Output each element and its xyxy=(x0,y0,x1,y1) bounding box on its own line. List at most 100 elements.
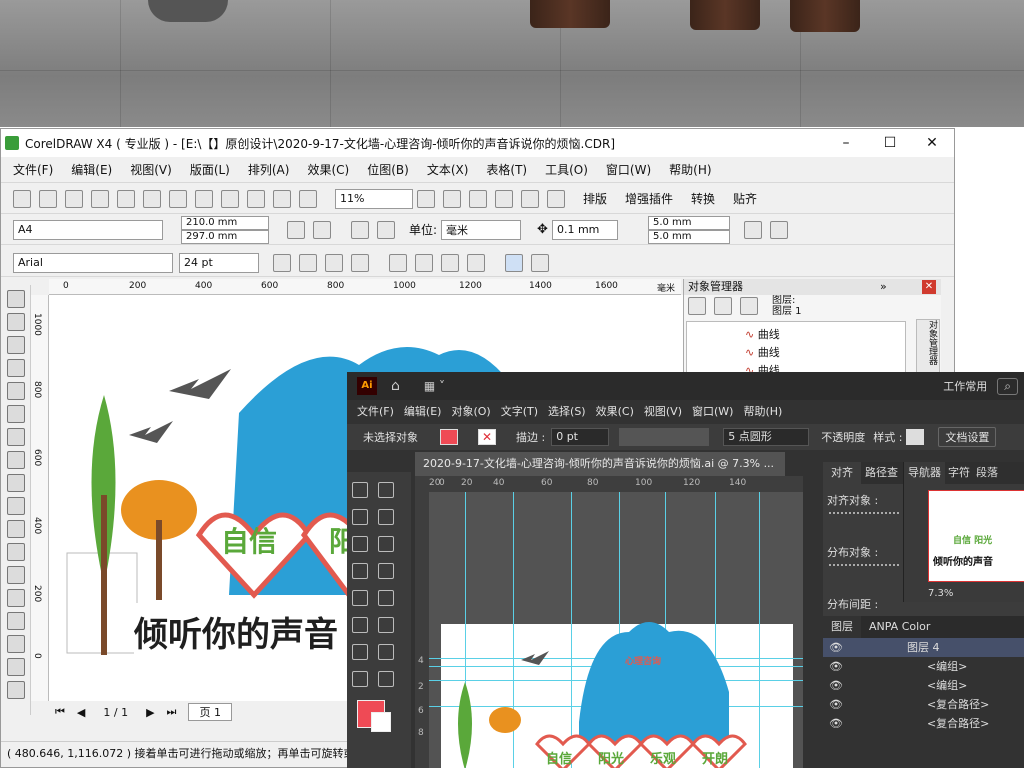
layer-row[interactable]: 👁 <编组> xyxy=(823,657,1024,676)
visibility-eye-icon[interactable]: 👁 xyxy=(829,660,843,673)
collapse-icon[interactable]: » xyxy=(880,279,887,295)
menu-text[interactable]: 文本(X) xyxy=(427,161,469,178)
table-tool-icon[interactable] xyxy=(7,543,25,561)
layer-row[interactable]: 👁 <编组> xyxy=(823,676,1024,695)
distribute-buttons[interactable] xyxy=(829,564,899,578)
prev-page-icon[interactable]: ◀ xyxy=(77,706,85,719)
portrait-icon[interactable] xyxy=(287,220,305,239)
menu-effects[interactable]: 效果(C) xyxy=(307,161,349,178)
navigator-tab[interactable]: 导航器 xyxy=(904,462,945,484)
direct-select-icon[interactable] xyxy=(378,482,394,498)
page-size-select[interactable]: A4 xyxy=(13,219,163,240)
stroke-color-box[interactable] xyxy=(371,712,391,732)
paste-icon[interactable] xyxy=(169,189,187,208)
outline-tool-icon[interactable] xyxy=(7,658,25,676)
duplicate-x-field[interactable]: 5.0 mm xyxy=(647,215,730,230)
menu-view[interactable]: 视图(V) xyxy=(130,161,172,178)
char-format-icon[interactable] xyxy=(441,253,459,272)
export-icon[interactable] xyxy=(273,189,291,208)
polygon-tool-icon[interactable] xyxy=(7,474,25,492)
symbol-sprayer-icon[interactable] xyxy=(378,644,394,660)
pencil-tool-icon[interactable] xyxy=(378,536,394,552)
rotate-tool-icon[interactable] xyxy=(378,590,394,606)
bold-icon[interactable] xyxy=(273,253,291,272)
ai-menu-file[interactable]: 文件(F) xyxy=(357,403,394,419)
import-icon[interactable] xyxy=(247,189,265,208)
artboard-tool-icon[interactable] xyxy=(352,671,368,687)
object-manager-side-tab[interactable]: 对象管理器 xyxy=(916,319,940,375)
zoom-width-icon[interactable] xyxy=(547,189,565,208)
close-icon[interactable]: ✕ xyxy=(917,133,947,153)
page-height-field[interactable]: 297.0 mm xyxy=(181,229,269,244)
menu-window[interactable]: 窗口(W) xyxy=(606,161,651,178)
ai-menu-effect[interactable]: 效果(C) xyxy=(596,403,634,419)
align-icon[interactable] xyxy=(351,253,369,272)
treat-as-filled-icon[interactable] xyxy=(743,220,762,239)
fill-tool-icon[interactable] xyxy=(7,681,25,699)
visibility-eye-icon[interactable]: 👁 xyxy=(829,717,843,730)
align-tab[interactable]: 对齐 xyxy=(823,462,861,484)
object-item[interactable]: ∿ 曲线 xyxy=(745,344,780,360)
layer-row[interactable]: 👁 图层 4 xyxy=(823,638,1024,657)
visibility-eye-icon[interactable]: 👁 xyxy=(829,698,843,711)
nav-zoom-field[interactable]: 7.3% xyxy=(928,588,953,599)
crop-tool-icon[interactable] xyxy=(7,336,25,354)
pathfinder-tab[interactable]: 路径查 xyxy=(861,462,902,484)
stroke-swatch[interactable]: ✕ xyxy=(478,429,496,445)
italic-icon[interactable] xyxy=(299,253,317,272)
ai-menu-help[interactable]: 帮助(H) xyxy=(743,403,782,419)
minimize-icon[interactable]: – xyxy=(831,133,861,153)
dropcap-icon[interactable] xyxy=(415,253,433,272)
cut-icon[interactable] xyxy=(117,189,135,208)
panel-close-icon[interactable]: ✕ xyxy=(922,280,936,294)
selection-tool-icon[interactable] xyxy=(352,482,368,498)
rectangle-tool-icon[interactable] xyxy=(7,428,25,446)
unit-select[interactable]: 毫米 xyxy=(441,219,522,240)
zoom-select[interactable]: 11% xyxy=(335,188,413,209)
zoom-in-icon[interactable] xyxy=(417,189,435,208)
reflect-tool-icon[interactable] xyxy=(378,563,394,579)
eyedropper-tool-icon[interactable] xyxy=(378,617,394,633)
ai-canvas[interactable]: 心理咨询 自信 阳光 乐观 开朗 xyxy=(429,492,803,768)
fill-swatch[interactable] xyxy=(440,429,458,445)
zoom-all-icon[interactable] xyxy=(495,189,513,208)
menu-table[interactable]: 表格(T) xyxy=(486,161,527,178)
eyedropper-icon[interactable] xyxy=(7,635,25,653)
brush-select[interactable]: 5 点圆形 xyxy=(723,428,810,446)
save-icon[interactable] xyxy=(65,189,83,208)
align-buttons[interactable] xyxy=(829,512,899,526)
opacity-label[interactable]: 不透明度 xyxy=(821,429,865,445)
layout-button[interactable]: 排版 xyxy=(583,190,607,207)
ai-menu-window[interactable]: 窗口(W) xyxy=(692,403,733,419)
visibility-eye-icon[interactable]: 👁 xyxy=(829,641,843,654)
text-tool-icon[interactable] xyxy=(7,520,25,538)
menu-arrange[interactable]: 排列(A) xyxy=(248,161,290,178)
landscape-icon[interactable] xyxy=(313,220,331,239)
undo-icon[interactable] xyxy=(195,189,213,208)
visibility-eye-icon[interactable]: 👁 xyxy=(829,679,843,692)
launcher-icon[interactable] xyxy=(299,189,317,208)
ai-menu-select[interactable]: 选择(S) xyxy=(548,403,586,419)
object-item[interactable]: ∿ 曲线 xyxy=(745,326,780,342)
zoom-selected-icon[interactable] xyxy=(469,189,487,208)
copy-icon[interactable] xyxy=(143,189,161,208)
zoom-page-icon[interactable] xyxy=(521,189,539,208)
menu-tools[interactable]: 工具(O) xyxy=(545,161,588,178)
gradient-tool-icon[interactable] xyxy=(352,617,368,633)
convert-button[interactable]: 转换 xyxy=(691,190,715,207)
anpa-color-tab[interactable]: ANPA Color xyxy=(861,616,938,638)
page-width-field[interactable]: 210.0 mm xyxy=(181,215,269,230)
zoom-tool-icon[interactable] xyxy=(7,359,25,377)
zoom-tool-icon[interactable] xyxy=(378,671,394,687)
ai-menu-view[interactable]: 视图(V) xyxy=(644,403,682,419)
menu-file[interactable]: 文件(F) xyxy=(13,161,53,178)
font-size-select[interactable]: 24 pt xyxy=(179,252,259,273)
paragraph-tab[interactable]: 段落 xyxy=(973,462,1001,484)
menu-layout[interactable]: 版面(L) xyxy=(190,161,230,178)
ai-search-icon[interactable]: ⌕ xyxy=(997,377,1018,395)
pick-tool-icon[interactable] xyxy=(7,290,25,308)
page-tab[interactable]: 页 1 xyxy=(188,703,232,721)
all-pages-icon[interactable] xyxy=(351,220,369,239)
bullet-icon[interactable] xyxy=(389,253,407,272)
style-swatch[interactable] xyxy=(906,429,925,445)
